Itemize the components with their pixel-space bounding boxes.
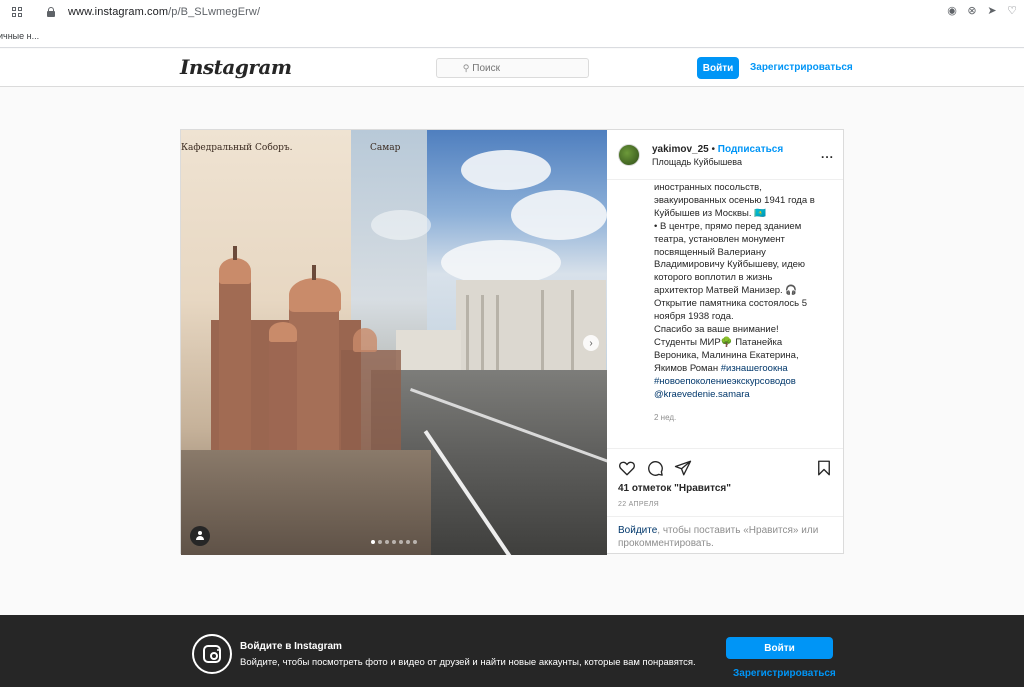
login-to-comment: Войдите, чтобы поставить «Нравится» или … [607,516,843,554]
post-photo[interactable]: Кафедральный Соборъ. Самар › [181,130,607,555]
carousel-dot [378,540,382,544]
caption-line: Вероника, Малинина Екатерина, [654,349,799,361]
send-icon[interactable]: ➤ [986,5,998,17]
caption-line: Открытие памятника состоялось 5 [654,298,808,310]
photo-building [456,280,606,370]
caption-line: • В центре, прямо перед зданием [654,220,802,232]
search-icon: ⚲ [462,62,470,73]
hashtag-link[interactable]: #новоепоколениеэкскурсоводов [654,376,796,387]
mention-link[interactable]: @kraevedenie.samara [654,389,750,400]
login-button[interactable]: Войти [697,57,739,79]
location-link[interactable]: Площадь Куйбышева [652,157,742,167]
browser-toolbar: www.instagram.com/p/B_SLwmegErw/ ◉ ⊗ ➤ ♡ [0,0,1024,26]
likes-count[interactable]: 41 отметок "Нравится" [618,483,731,494]
post-date[interactable]: 22 АПРЕЛЯ [618,501,659,508]
separator-dot: • [711,144,716,155]
caption-line: театра, установлен монумент [654,233,785,245]
caption-line: эвакуированных осенью 1941 года в [654,194,815,206]
instagram-glyph-icon [192,634,232,674]
post-actions: 41 отметок "Нравится" 22 АПРЕЛЯ Войдите,… [607,448,843,553]
search-box[interactable]: ⚲ [436,58,589,78]
caption-line: Владимировичу Куйбышеву, идею [654,259,806,271]
instagram-header: Instagram ⚲ Войти Зарегистрироваться [0,49,1024,87]
url-host: www.instagram.com [68,6,169,18]
follow-button[interactable]: Подписаться [718,144,783,155]
caption-line: Студенты МИР🌳 Патанейка [654,336,783,348]
caption-line: Куйбышев из Москвы. 🇰🇿 [654,207,766,219]
search-input[interactable] [472,62,563,74]
photo-caption-old: Кафедральный Соборъ. [181,143,293,153]
share-icon[interactable] [674,459,692,477]
caption-line: Спасибо за ваше внимание! [654,323,779,335]
carousel-dot [371,540,375,544]
tagged-user-icon[interactable] [190,526,210,546]
caption-line: посвященный Валериану [654,246,766,258]
post-card: Кафедральный Соборъ. Самар › yakimov_25 … [180,129,844,555]
login-prompt-link[interactable]: Войдите [618,525,657,536]
avatar[interactable] [618,144,640,166]
browser-actions: ◉ ⊗ ➤ ♡ [946,5,1018,17]
register-link[interactable]: Зарегистрироваться [750,62,853,73]
instagram-logo[interactable]: Instagram [180,55,292,79]
post-sidebar: yakimov_25 • Подписаться Площадь Куйбыше… [607,130,843,553]
post-header: yakimov_25 • Подписаться Площадь Куйбыше… [607,130,843,180]
more-options-icon[interactable]: ... [821,147,834,161]
photo-caption-mid: Самар [370,143,401,153]
banner-login-button[interactable]: Войти [726,637,833,659]
post-caption: иностранных посольств, эвакуированных ос… [654,182,834,401]
heart-icon[interactable]: ♡ [1006,5,1018,17]
comment-time[interactable]: 2 нед. [654,413,676,422]
caption-line: архитектор Матвей Манизер. 🎧 [654,285,798,297]
like-heart-icon[interactable] [618,459,636,477]
url-path: /p/B_SLwmegErw/ [168,6,261,18]
caption-line: ноября 1938 года. [654,311,734,323]
address-bar[interactable]: www.instagram.com/p/B_SLwmegErw/ [68,6,260,18]
login-banner: Войдите в Instagram Войдите, чтобы посмо… [0,615,1024,687]
lock-icon[interactable] [47,7,55,17]
caption-line: которого воплотил в жизнь [654,272,773,284]
carousel-dot [413,540,417,544]
bookmark-icon[interactable] [815,459,833,477]
camera-icon[interactable]: ◉ [946,5,958,17]
username-link[interactable]: yakimov_25 [652,144,709,155]
carousel-dot [406,540,410,544]
carousel-dot [399,540,403,544]
banner-text: Войдите, чтобы посмотреть фото и видео о… [240,657,696,668]
next-photo-button[interactable]: › [583,335,599,351]
caption-line: Якимов Роман [654,362,719,374]
block-icon[interactable]: ⊗ [966,5,978,17]
carousel-dots [371,540,417,544]
carousel-dot [385,540,389,544]
bookmarks-bar: ичные н... [0,26,1024,48]
comment-icon[interactable] [646,459,664,477]
banner-title: Войдите в Instagram [240,641,342,652]
apps-grid-icon[interactable] [12,7,22,17]
banner-register-link[interactable]: Зарегистрироваться [733,668,836,679]
carousel-dot [392,540,396,544]
bookmark-item[interactable]: ичные н... [0,31,39,41]
caption-line: иностранных посольств, [654,182,762,193]
hashtag-link[interactable]: #изнашегоокна [721,363,788,374]
